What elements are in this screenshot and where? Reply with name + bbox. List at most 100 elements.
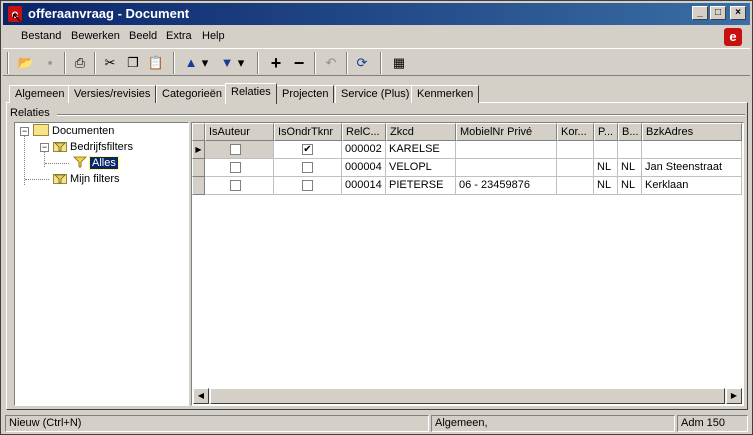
- move-down-dropdown-icon[interactable]: ▾: [235, 52, 247, 74]
- menu-bar: Bestand Bewerken Beeld Extra Help e: [3, 27, 750, 47]
- column-header-p[interactable]: P...: [594, 123, 618, 141]
- cell-p[interactable]: [594, 141, 618, 159]
- tree-node-mijn-filters[interactable]: Mijn filters: [53, 171, 120, 187]
- cell-adres[interactable]: [642, 141, 742, 159]
- layout-icon[interactable]: ▦: [388, 52, 410, 74]
- column-header-relcode[interactable]: RelC...: [342, 123, 386, 141]
- move-up-dropdown-icon[interactable]: ▾: [199, 52, 211, 74]
- cell-mobiel[interactable]: 06 - 23459876: [456, 177, 557, 195]
- add-icon[interactable]: +: [265, 52, 287, 74]
- isondrtknr-checkbox[interactable]: [302, 162, 313, 173]
- cell-kor[interactable]: [557, 159, 594, 177]
- maximize-button[interactable]: □: [710, 6, 726, 20]
- row-header: [192, 177, 205, 195]
- scroll-right-icon[interactable]: ▶: [726, 388, 742, 404]
- table-row[interactable]: 000014 PIETERSE 06 - 23459876 NL NL Kerk…: [192, 177, 742, 195]
- cell-p[interactable]: NL: [594, 177, 618, 195]
- tab-service-plus[interactable]: Service (Plus): [335, 85, 416, 103]
- cell-relcode[interactable]: 000014: [342, 177, 386, 195]
- cell-mobiel[interactable]: [456, 159, 557, 177]
- print-icon[interactable]: ⎙: [69, 52, 91, 74]
- table-row[interactable]: 000004 VELOPL NL NL Jan Steenstraat: [192, 159, 742, 177]
- cell-b[interactable]: [618, 141, 642, 159]
- cell-kor[interactable]: [557, 141, 594, 159]
- remove-icon[interactable]: −: [288, 52, 310, 74]
- isauteur-checkbox[interactable]: [230, 162, 241, 173]
- undo-icon[interactable]: ↶: [320, 52, 342, 74]
- tree-connector: [25, 179, 49, 180]
- filter-tree: − Documenten − Bedrijfsfilters Alles Mij…: [14, 122, 189, 406]
- cell-adres[interactable]: Kerklaan: [642, 177, 742, 195]
- scroll-left-icon[interactable]: ◀: [193, 388, 209, 404]
- cell-zkcd[interactable]: PIETERSE: [386, 177, 456, 195]
- group-label-relaties: Relaties: [10, 107, 50, 119]
- menu-beeld[interactable]: Beeld: [129, 30, 157, 42]
- isauteur-checkbox[interactable]: [230, 144, 241, 155]
- tree-node-bedrijfsfilters[interactable]: Bedrijfsfilters: [53, 139, 133, 155]
- grid-header: IsAuteur IsOndrTknr RelC... Zkcd MobielN…: [192, 123, 742, 141]
- tab-categorieen[interactable]: Categorieën: [156, 85, 228, 103]
- menu-extra[interactable]: Extra: [166, 30, 192, 42]
- column-header-isondrtknr[interactable]: IsOndrTknr: [274, 123, 342, 141]
- tree-node-documenten[interactable]: Documenten: [33, 123, 114, 139]
- tree-connector: [44, 152, 45, 167]
- tree-node-alles[interactable]: Alles: [73, 155, 119, 171]
- collapse-icon[interactable]: −: [20, 127, 29, 136]
- status-section: Algemeen,: [431, 415, 675, 432]
- cell-adres[interactable]: Jan Steenstraat: [642, 159, 742, 177]
- brand-logo: e: [724, 28, 742, 46]
- filter-icon: [73, 156, 87, 168]
- tab-versies-revisies[interactable]: Versies/revisies: [68, 85, 157, 103]
- toolbar-separator: [94, 52, 96, 74]
- cell-b[interactable]: NL: [618, 177, 642, 195]
- mouse-cursor-icon: ↖: [11, 9, 23, 25]
- column-header-kor[interactable]: Kor...: [557, 123, 594, 141]
- close-button[interactable]: ×: [730, 6, 746, 20]
- column-header-b[interactable]: B...: [618, 123, 642, 141]
- menu-help[interactable]: Help: [202, 30, 225, 42]
- column-header-isauteur[interactable]: IsAuteur: [205, 123, 274, 141]
- tree-connector: [24, 136, 25, 185]
- isauteur-checkbox[interactable]: [230, 180, 241, 191]
- copy-icon[interactable]: ❐: [122, 52, 144, 74]
- cell-b[interactable]: NL: [618, 159, 642, 177]
- filter-folder-icon: [53, 142, 67, 152]
- cell-kor[interactable]: [557, 177, 594, 195]
- tab-projecten[interactable]: Projecten: [276, 85, 335, 103]
- tree-connector: [45, 163, 69, 164]
- tab-relaties[interactable]: Relaties: [225, 83, 277, 104]
- scrollbar-thumb[interactable]: [210, 388, 725, 404]
- window-title: offeraanvraag - Document: [28, 6, 190, 21]
- horizontal-scrollbar[interactable]: ◀ ▶: [193, 388, 742, 404]
- cell-zkcd[interactable]: VELOPL: [386, 159, 456, 177]
- minimize-button[interactable]: _: [692, 6, 708, 20]
- open-folder-icon[interactable]: 📂: [15, 52, 37, 74]
- toolbar-separator: [257, 52, 259, 74]
- toolbar-separator: [314, 52, 316, 74]
- cell-zkcd[interactable]: KARELSE: [386, 141, 456, 159]
- table-row[interactable]: ▶ ✔ 000002 KARELSE: [192, 141, 742, 159]
- isondrtknr-checkbox[interactable]: ✔: [302, 144, 313, 155]
- title-bar[interactable]: e offeraanvraag - Document _ □ ×: [3, 3, 750, 25]
- cell-relcode[interactable]: 000004: [342, 159, 386, 177]
- toolbar-separator: [380, 52, 382, 74]
- menu-bestand[interactable]: Bestand: [21, 30, 61, 42]
- menu-bewerken[interactable]: Bewerken: [71, 30, 120, 42]
- column-header-bzkadres[interactable]: BzkAdres: [642, 123, 742, 141]
- row-header: [192, 159, 205, 177]
- cell-p[interactable]: NL: [594, 159, 618, 177]
- tab-kenmerken[interactable]: Kenmerken: [411, 85, 480, 103]
- collapse-icon[interactable]: −: [40, 143, 49, 152]
- folder-icon: [33, 124, 49, 136]
- application-window: e offeraanvraag - Document _ □ × ↖ Besta…: [0, 0, 753, 435]
- cut-icon[interactable]: ✂: [99, 52, 121, 74]
- refresh-icon[interactable]: ⟳: [351, 52, 373, 74]
- isondrtknr-checkbox[interactable]: [302, 180, 313, 191]
- cell-relcode[interactable]: 000002: [342, 141, 386, 159]
- cell-mobiel[interactable]: [456, 141, 557, 159]
- tab-algemeen[interactable]: Algemeen: [9, 85, 71, 103]
- column-header-mobielnr[interactable]: MobielNr Privé: [456, 123, 557, 141]
- column-header-zkcd[interactable]: Zkcd: [386, 123, 456, 141]
- paste-icon[interactable]: 📋: [145, 52, 167, 74]
- save-icon[interactable]: ▪: [39, 52, 61, 74]
